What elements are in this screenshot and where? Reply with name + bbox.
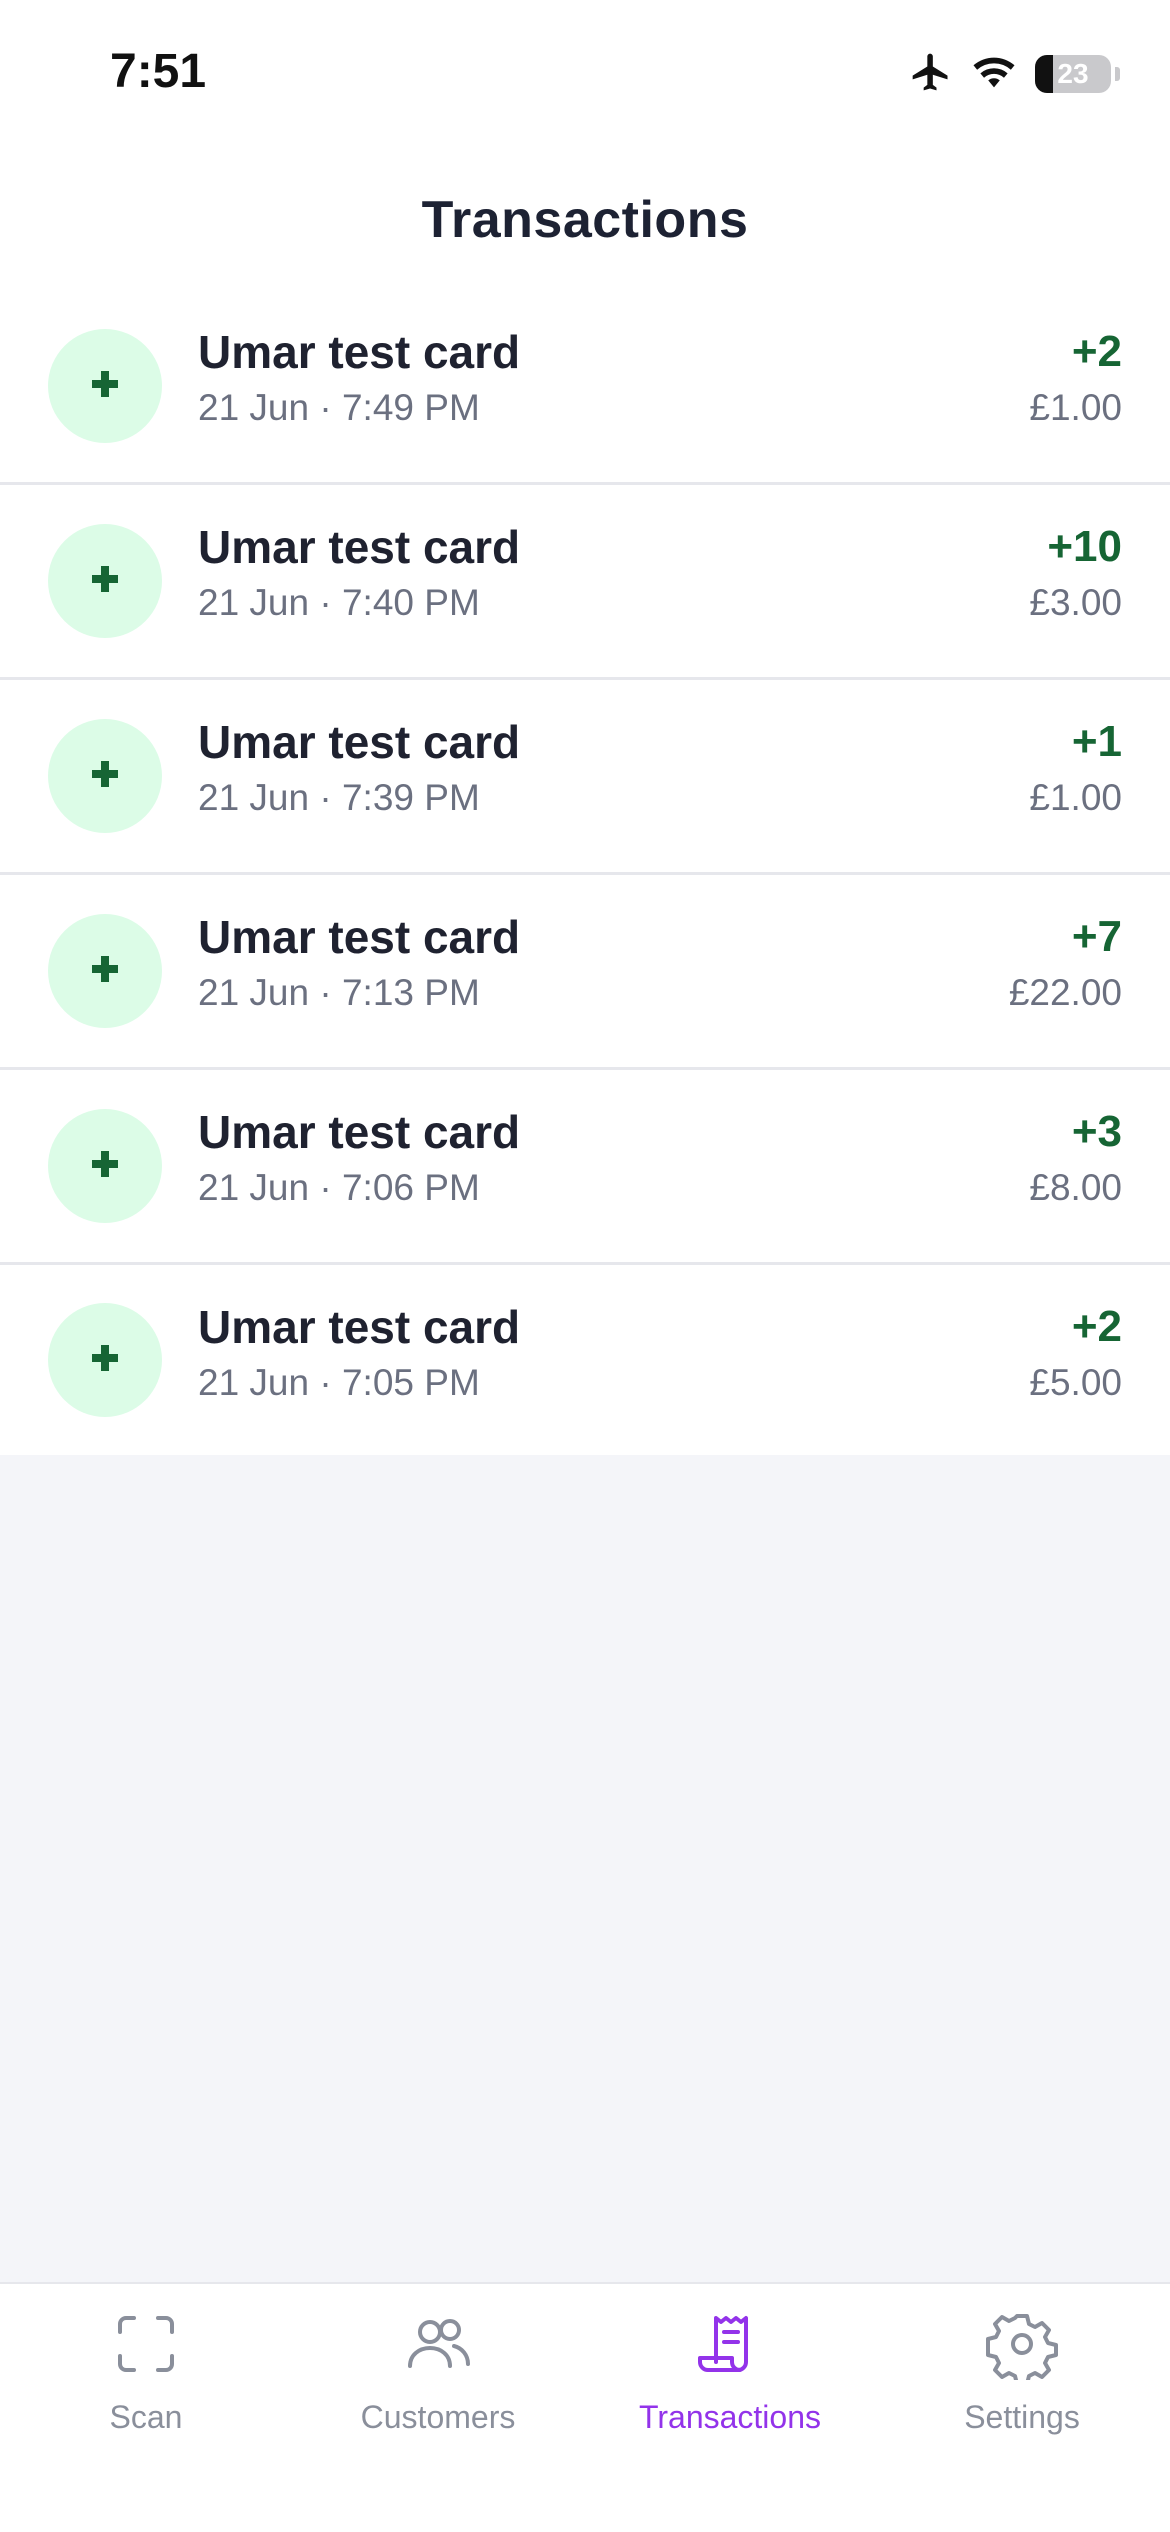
plus-icon bbox=[90, 369, 120, 404]
tab-label-settings: Settings bbox=[964, 2399, 1080, 2435]
status-time: 7:51 bbox=[110, 45, 207, 98]
transaction-points: +2 bbox=[1071, 1302, 1122, 1351]
transaction-amount: £1.00 bbox=[1029, 777, 1122, 818]
transaction-row[interactable]: Umar test card 21 Jun · 7:49 PM +2 £1.00 bbox=[0, 290, 1170, 485]
transaction-card-name: Umar test card bbox=[198, 911, 521, 963]
transaction-card-name: Umar test card bbox=[198, 521, 521, 573]
transaction-date: 21 Jun · 7:39 PM bbox=[198, 777, 480, 818]
transaction-points: +3 bbox=[1071, 1107, 1122, 1156]
header: Transactions bbox=[0, 150, 1170, 290]
transaction-row[interactable]: Umar test card 21 Jun · 7:13 PM +7 £22.0… bbox=[0, 875, 1170, 1070]
transaction-card-name: Umar test card bbox=[198, 1106, 521, 1158]
tab-label-scan: Scan bbox=[109, 2399, 183, 2435]
page-title: Transactions bbox=[421, 191, 749, 249]
transaction-row[interactable]: Umar test card 21 Jun · 7:06 PM +3 £8.00 bbox=[0, 1070, 1170, 1265]
transaction-date: 21 Jun · 7:49 PM bbox=[198, 387, 480, 428]
transaction-date: 21 Jun · 7:05 PM bbox=[198, 1362, 480, 1403]
status-bar: 7:51 23 bbox=[0, 0, 1170, 150]
tab-scan[interactable]: Scan bbox=[0, 2284, 292, 2464]
gear-icon bbox=[986, 2308, 1058, 2386]
transaction-amount: £5.00 bbox=[1029, 1362, 1122, 1403]
transaction-row[interactable]: Umar test card 21 Jun · 7:39 PM +1 £1.00 bbox=[0, 680, 1170, 875]
transaction-card-name: Umar test card bbox=[198, 326, 521, 378]
tab-settings[interactable]: Settings bbox=[876, 2284, 1168, 2464]
transaction-type-avatar bbox=[48, 329, 162, 443]
transaction-points: +2 bbox=[1071, 327, 1122, 376]
wifi-icon bbox=[971, 52, 1017, 97]
transaction-points: +10 bbox=[1047, 522, 1122, 571]
transaction-amount: £22.00 bbox=[1008, 972, 1122, 1013]
plus-icon bbox=[90, 1343, 120, 1378]
receipt-icon bbox=[694, 2308, 766, 2385]
transaction-type-avatar bbox=[48, 524, 162, 638]
tab-bar: Scan Customers Transactions Settings bbox=[0, 2282, 1170, 2532]
transaction-amount: £1.00 bbox=[1029, 387, 1122, 428]
plus-icon bbox=[90, 954, 120, 989]
tab-label-transactions: Transactions bbox=[639, 2399, 821, 2435]
transaction-card-name: Umar test card bbox=[198, 716, 521, 768]
transaction-type-avatar bbox=[48, 719, 162, 833]
battery-cap bbox=[1115, 67, 1120, 81]
plus-icon bbox=[90, 759, 120, 794]
tab-transactions[interactable]: Transactions bbox=[584, 2284, 876, 2464]
transaction-type-avatar bbox=[48, 1303, 162, 1417]
status-icons: 23 bbox=[909, 50, 1120, 98]
transaction-points: +7 bbox=[1071, 912, 1122, 961]
transaction-card-name: Umar test card bbox=[198, 1301, 521, 1353]
transaction-amount: £3.00 bbox=[1029, 582, 1122, 623]
transaction-row[interactable]: Umar test card 21 Jun · 7:05 PM +2 £5.00 bbox=[0, 1265, 1170, 1455]
tab-customers[interactable]: Customers bbox=[292, 2284, 584, 2464]
transaction-date: 21 Jun · 7:13 PM bbox=[198, 972, 480, 1013]
transaction-amount: £8.00 bbox=[1029, 1167, 1122, 1208]
plus-icon bbox=[90, 1149, 120, 1184]
transaction-type-avatar bbox=[48, 1109, 162, 1223]
users-icon bbox=[402, 2308, 474, 2385]
battery-level: 23 bbox=[1057, 58, 1089, 89]
plus-icon bbox=[90, 564, 120, 599]
transaction-date: 21 Jun · 7:06 PM bbox=[198, 1167, 480, 1208]
airplane-mode-icon bbox=[909, 50, 953, 99]
scan-icon bbox=[110, 2308, 182, 2385]
transaction-row[interactable]: Umar test card 21 Jun · 7:40 PM +10 £3.0… bbox=[0, 485, 1170, 680]
tab-label-customers: Customers bbox=[360, 2399, 516, 2435]
transaction-points: +1 bbox=[1071, 717, 1122, 766]
transaction-type-avatar bbox=[48, 914, 162, 1028]
transaction-date: 21 Jun · 7:40 PM bbox=[198, 582, 480, 623]
battery-icon: 23 bbox=[1035, 55, 1111, 93]
transaction-list: Umar test card 21 Jun · 7:49 PM +2 £1.00… bbox=[0, 290, 1170, 1455]
